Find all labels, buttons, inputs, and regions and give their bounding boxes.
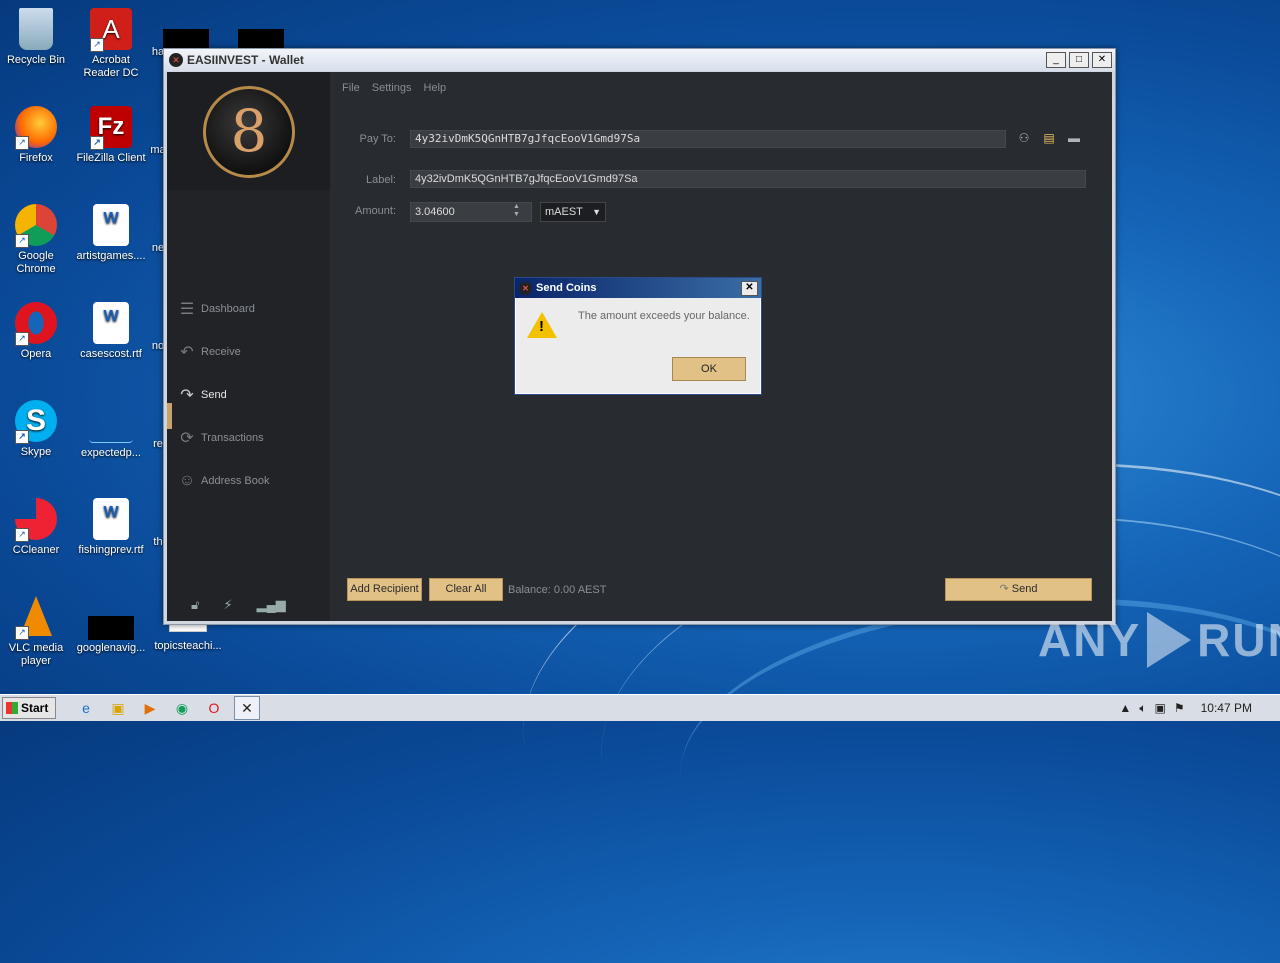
desktop-icon-casescost[interactable]: W casescost.rtf xyxy=(73,302,149,361)
menu-bar: File Settings Help xyxy=(342,82,446,94)
pay-to-label: Pay To: xyxy=(359,133,397,145)
sidebar: 8 ☰ Dashboard ↶ Receive ↷ Send ⟳ Transac… xyxy=(167,72,330,621)
word-document-icon: W xyxy=(93,498,129,540)
menu-file[interactable]: File xyxy=(342,82,360,94)
clear-all-button[interactable]: Clear All xyxy=(429,578,503,601)
file-icon xyxy=(89,400,133,443)
bolt-icon[interactable]: ⚡︎ xyxy=(223,597,232,613)
stack-icon: ☰ xyxy=(179,301,195,318)
menu-settings[interactable]: Settings xyxy=(372,82,412,94)
active-nav-indicator xyxy=(167,403,172,429)
maximize-button[interactable]: □ xyxy=(1069,52,1089,68)
window-title: EASIINVEST - Wallet xyxy=(187,53,304,67)
reply-icon: ↶ xyxy=(180,344,194,361)
anyrun-watermark: ANY RUN xyxy=(1038,612,1280,668)
desktop-icon-ccleaner[interactable]: ↗ CCleaner xyxy=(0,498,74,557)
forward-icon: ↷ xyxy=(180,387,194,404)
explorer-taskbar-icon[interactable]: ▣ xyxy=(106,697,130,719)
app-logo-icon: ✕ xyxy=(519,281,532,295)
desktop-icon-fishingprev[interactable]: W fishingprev.rtf xyxy=(73,498,149,557)
app-logo-icon: ✕ xyxy=(169,53,183,67)
nav-send[interactable]: ↷ Send xyxy=(175,384,325,406)
start-button[interactable]: Start xyxy=(2,697,56,719)
remove-icon[interactable]: ▬ xyxy=(1066,131,1082,145)
redacted-icon xyxy=(238,29,284,49)
nav-dashboard[interactable]: ☰ Dashboard xyxy=(175,298,325,320)
nav-address-book[interactable]: ☺ Address Book xyxy=(175,470,325,492)
firefox-icon: ↗ xyxy=(15,106,57,150)
chrome-icon: ↗ xyxy=(15,204,57,248)
warning-icon: ! xyxy=(527,312,557,338)
forward-icon: ↷ xyxy=(999,583,1009,595)
add-recipient-button[interactable]: Add Recipient xyxy=(347,578,422,601)
taskbar: Start e ▣ ▶ ◉ O ✕ ▲ 🔈︎ ▣ ⚑ 10:47 PM xyxy=(0,694,1280,721)
pay-to-input[interactable]: 4y32ivDmK5QGnHTB7gJfqcEooV1Gmd97Sa xyxy=(410,130,1006,148)
unit-select[interactable]: mAEST ▼ xyxy=(540,202,606,222)
amount-label: Amount: xyxy=(355,205,396,217)
play-icon xyxy=(1147,612,1192,668)
vlc-icon: ↗ xyxy=(15,596,57,640)
desktop-icon-expectedp[interactable]: expectedp... xyxy=(73,400,149,460)
label-label: Label: xyxy=(366,174,396,186)
status-icons: 🔓︎ ⚡︎ ▂▄▆ xyxy=(191,597,286,613)
desktop-icon-firefox[interactable]: ↗ Firefox xyxy=(0,106,74,165)
clock[interactable]: 10:47 PM xyxy=(1201,701,1252,715)
wallet-logo: 8 xyxy=(203,86,295,178)
media-player-taskbar-icon[interactable]: ▶ xyxy=(138,697,162,719)
ccleaner-icon: ↗ xyxy=(15,498,57,542)
send-coins-dialog: ✕ Send Coins ✕ ! The amount exceeds your… xyxy=(514,277,762,395)
desktop-icon-vlc[interactable]: ↗ VLC media player xyxy=(0,596,74,668)
chevron-down-icon: ▼ xyxy=(592,207,601,217)
dialog-close-button[interactable]: ✕ xyxy=(741,280,758,296)
desktop-icon-filezilla[interactable]: Fz ↗ FileZilla Client xyxy=(73,106,149,165)
ok-button[interactable]: OK xyxy=(672,357,746,381)
address-book-icon[interactable]: ⚇ xyxy=(1016,131,1032,145)
menu-help[interactable]: Help xyxy=(423,82,446,94)
system-tray: ▲ 🔈︎ ▣ ⚑ 10:47 PM xyxy=(1119,695,1280,721)
windows-logo-icon xyxy=(6,702,18,714)
balance-label: Balance: 0.00 AEST xyxy=(508,584,607,596)
network-icon[interactable]: ▣ xyxy=(1155,701,1166,715)
opera-taskbar-icon[interactable]: O xyxy=(202,697,226,719)
flag-icon[interactable]: ⚑ xyxy=(1174,701,1185,715)
desktop-icon-recycle-bin[interactable]: Recycle Bin xyxy=(0,8,74,67)
desktop-icon-acrobat[interactable]: A ↗ Acrobat Reader DC xyxy=(73,8,149,80)
close-button[interactable]: ✕ xyxy=(1092,52,1112,68)
desktop-icon-skype[interactable]: S ↗ Skype xyxy=(0,400,74,459)
redacted-icon xyxy=(163,29,209,49)
recycle-bin-icon xyxy=(19,8,53,50)
tray-chevron-up-icon[interactable]: ▲ xyxy=(1119,701,1131,715)
dialog-title: Send Coins xyxy=(536,282,597,294)
minimize-button[interactable]: _ xyxy=(1046,52,1066,68)
desktop-icon-artistgames[interactable]: W artistgames.... xyxy=(73,204,149,263)
desktop-icon-chrome[interactable]: ↗ Google Chrome xyxy=(0,204,74,276)
volume-icon[interactable]: 🔈︎ xyxy=(1139,701,1146,716)
window-titlebar[interactable]: ✕ EASIINVEST - Wallet _ □ ✕ xyxy=(164,49,1115,71)
desktop-icon-opera[interactable]: ↗ Opera xyxy=(0,302,74,361)
lock-icon[interactable]: 🔓︎ xyxy=(191,597,199,613)
skype-icon: S ↗ xyxy=(15,400,57,444)
opera-icon: ↗ xyxy=(15,302,57,346)
desktop-icon-googlenavig[interactable]: googlenavig... xyxy=(73,596,149,655)
ie-taskbar-icon[interactable]: e xyxy=(74,697,98,719)
amount-spinner[interactable]: ▲ ▼ xyxy=(510,203,523,221)
dialog-titlebar[interactable]: ✕ Send Coins ✕ xyxy=(515,278,761,298)
filezilla-icon: Fz ↗ xyxy=(90,106,132,150)
desktop-icon-topicsteachi[interactable]: topicsteachi... xyxy=(150,614,226,653)
nav-receive[interactable]: ↶ Receive xyxy=(175,341,325,363)
signal-icon[interactable]: ▂▄▆ xyxy=(257,597,286,613)
acrobat-icon: A ↗ xyxy=(90,8,132,52)
chrome-taskbar-icon[interactable]: ◉ xyxy=(170,697,194,719)
send-button[interactable]: ↷ Send xyxy=(945,578,1092,601)
paste-icon[interactable]: ▤ xyxy=(1041,131,1057,145)
nav-transactions[interactable]: ⟳ Transactions xyxy=(175,427,325,449)
word-document-icon: W xyxy=(93,302,129,344)
sync-icon: ⟳ xyxy=(180,430,194,447)
label-input[interactable]: 4y32ivDmK5QGnHTB7gJfqcEooV1Gmd97Sa xyxy=(410,170,1086,188)
dialog-message: The amount exceeds your balance. xyxy=(578,310,750,322)
person-icon: ☺ xyxy=(178,472,196,489)
file-icon xyxy=(88,596,134,640)
word-document-icon: W xyxy=(93,204,129,246)
wallet-taskbar-icon[interactable]: ✕ xyxy=(234,696,260,720)
